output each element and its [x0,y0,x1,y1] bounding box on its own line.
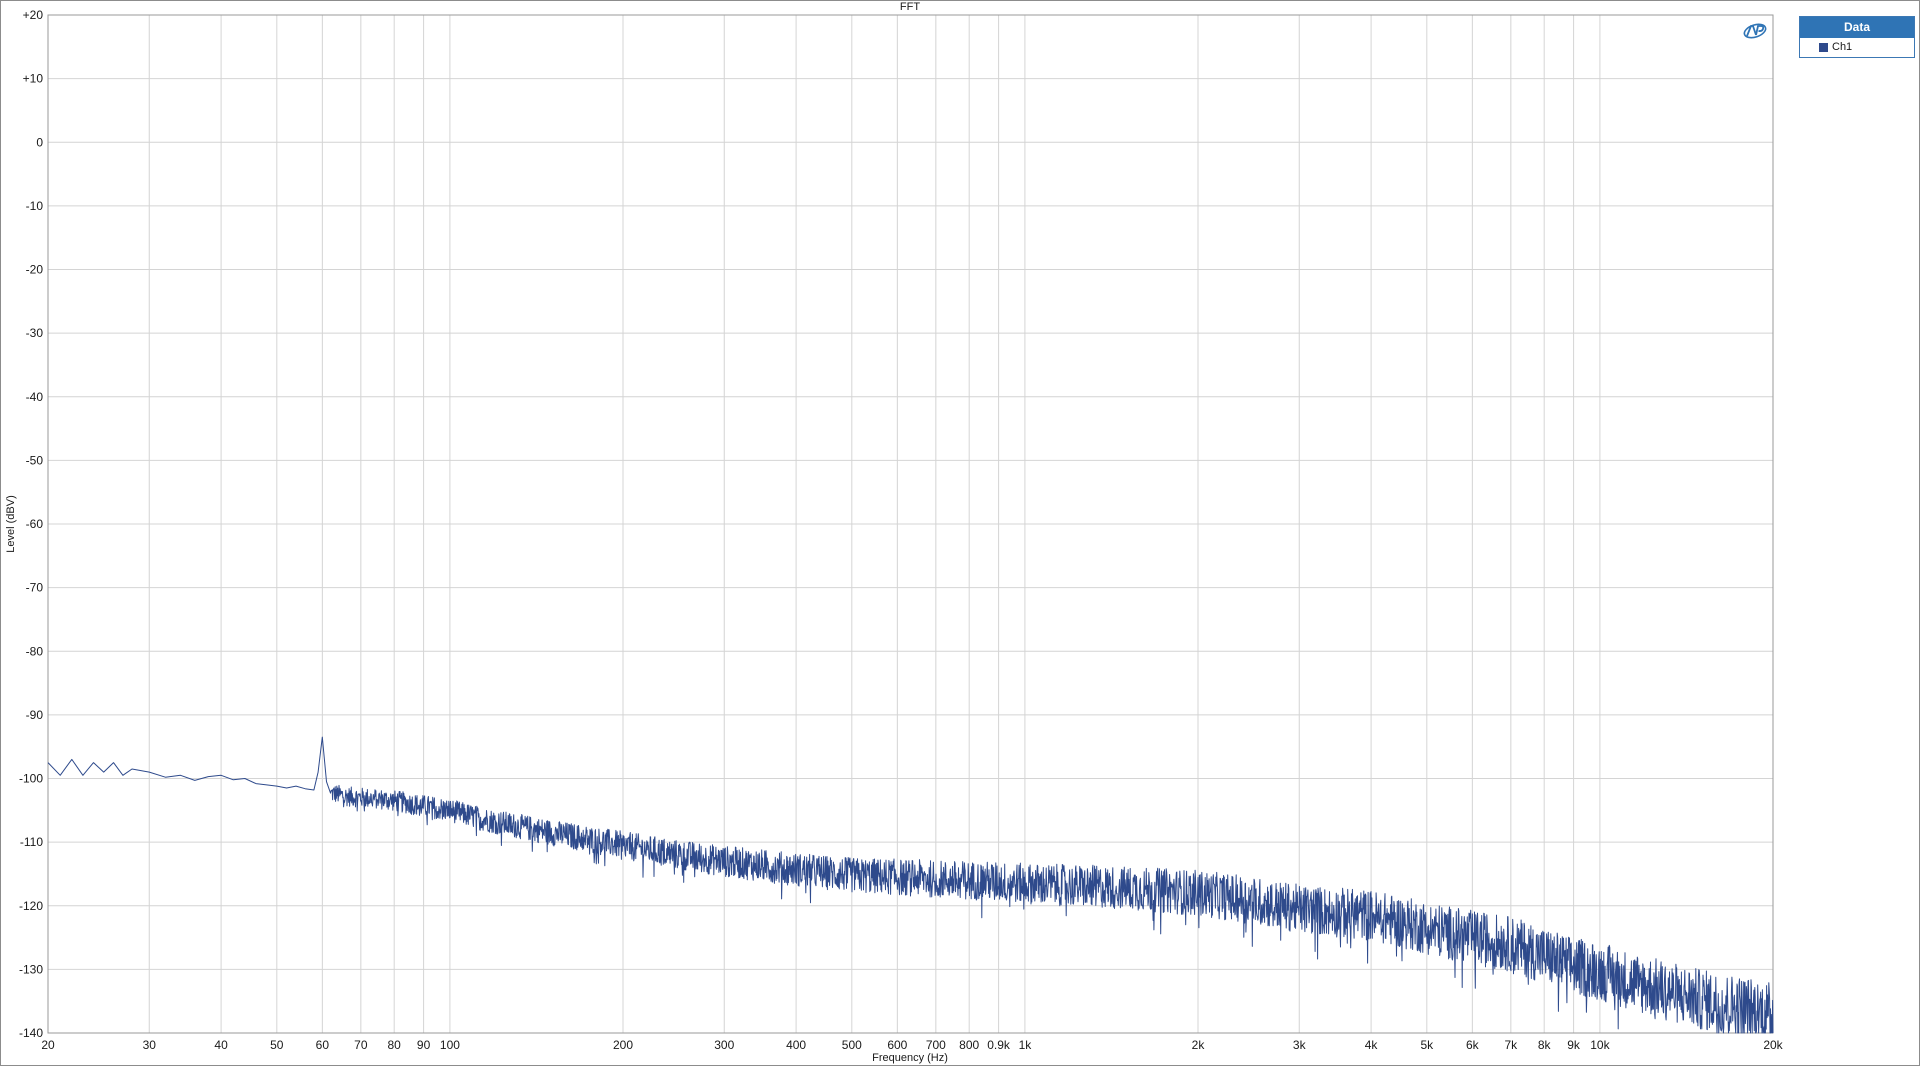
x-tick-label: 6k [1466,1038,1480,1052]
y-tick-label: -110 [20,835,43,849]
x-tick-label: 300 [714,1038,734,1052]
y-tick-label: -80 [26,644,44,658]
legend-item-label: Ch1 [1832,41,1853,53]
x-tick-label: 200 [613,1038,633,1052]
x-tick-label: 100 [440,1038,460,1052]
x-tick-label: 600 [887,1038,907,1052]
y-tick-label: -130 [19,962,43,976]
x-tick-label: 800 [959,1038,979,1052]
y-tick-label: +10 [23,72,44,86]
x-tick-label: 80 [388,1038,402,1052]
y-tick-label: -140 [19,1026,43,1040]
x-tick-label: 500 [842,1038,862,1052]
y-tick-label: -70 [26,581,44,595]
y-tick-label: -120 [19,899,43,913]
x-tick-label: 90 [417,1038,431,1052]
y-tick-label: -10 [26,199,44,213]
x-tick-label: 40 [214,1038,228,1052]
y-tick-label: -20 [26,263,44,277]
legend-item-ch1[interactable]: Ch1 [1800,38,1914,56]
x-tick-label: 60 [316,1038,330,1052]
fft-chart: 20 30 40 50 60 70 80 90 100 200 300 400 500 600 700 800… [5,1,1784,1064]
series-layer [47,736,1774,1034]
x-tick-label: 1k [1019,1038,1033,1052]
y-tick-label: -30 [26,326,44,340]
x-tick-label: 7k [1504,1038,1518,1052]
x-axis-label: Frequency (Hz) [872,1052,948,1064]
x-tick-label: 4k [1365,1038,1379,1052]
y-tick-label: 0 [36,135,43,149]
x-tick-label: 700 [926,1038,946,1052]
x-tick-label: 70 [354,1038,368,1052]
series-line-ch1 [47,736,1774,1034]
legend-swatch [1819,42,1828,52]
legend-header: Data [1800,17,1914,38]
y-axis-label: Level (dBV) [5,495,17,552]
y-tick-label: -60 [26,517,44,531]
x-tick-label: 9k [1567,1038,1581,1052]
x-tick-label: 5k [1420,1038,1434,1052]
y-tick-label: -50 [26,453,44,467]
x-tick-label: 0.9k [987,1038,1011,1052]
x-tick-label: 10k [1590,1038,1610,1052]
x-tick-label: 3k [1293,1038,1307,1052]
x-tick-label: 30 [143,1038,157,1052]
y-tick-labels: +20 +10 0 -10 -20 -30 -40 -50 -60 -70 -80 -90 -100 -1… [19,8,43,1040]
x-tick-label: 400 [786,1038,806,1052]
x-tick-label: 50 [270,1038,284,1052]
legend: Data Ch1 [1799,16,1915,58]
x-tick-labels: 20 30 40 50 60 70 80 90 100 200 300 400 500 600 700 800… [41,1038,1783,1052]
x-tick-label: 20k [1763,1038,1783,1052]
ap-logo-icon [1741,22,1769,40]
y-tick-label: -40 [26,390,44,404]
y-tick-label: +20 [23,8,44,22]
y-tick-label: -100 [19,772,43,786]
chart-title: FFT [900,1,920,13]
x-tick-label: 8k [1538,1038,1552,1052]
y-tick-label: -90 [26,708,44,722]
x-tick-label: 2k [1192,1038,1206,1052]
x-tick-label: 20 [41,1038,55,1052]
